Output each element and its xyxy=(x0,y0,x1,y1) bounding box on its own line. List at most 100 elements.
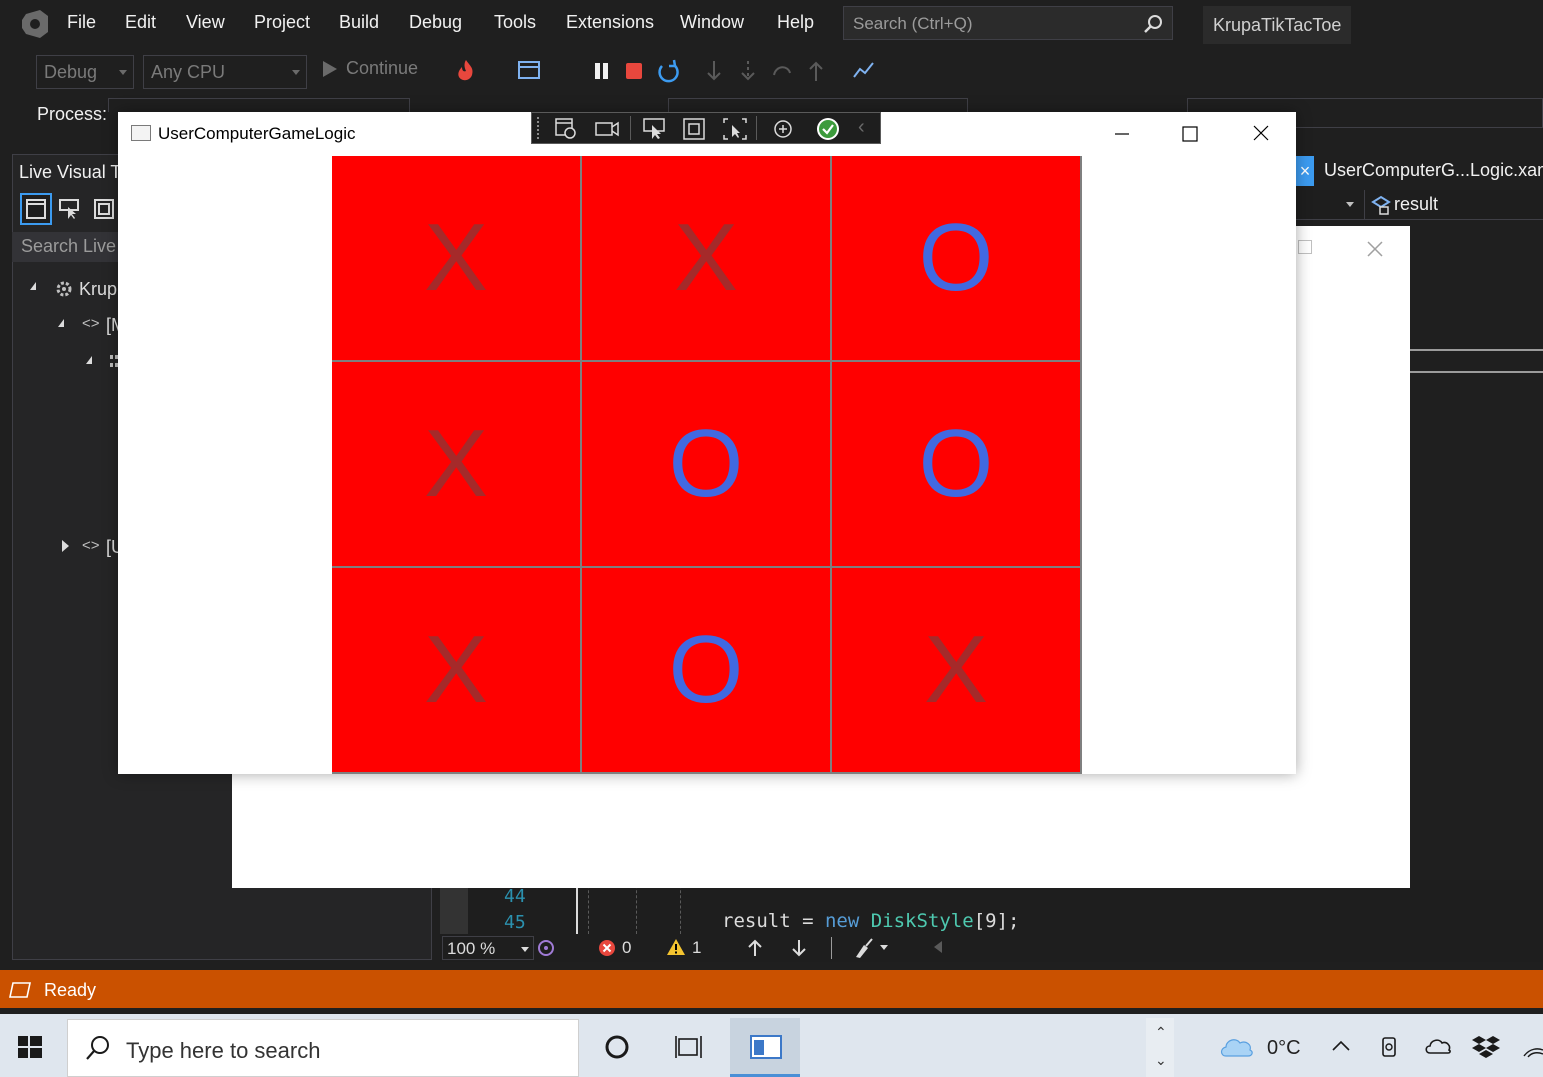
platform-dropdown[interactable]: Any CPU xyxy=(143,55,307,89)
menu-window[interactable]: Window xyxy=(680,12,744,33)
menu-build[interactable]: Build xyxy=(339,12,379,33)
menu-extensions[interactable]: Extensions xyxy=(566,12,654,33)
display-layout-adorners-icon[interactable] xyxy=(682,117,706,141)
line-number: 45 xyxy=(504,912,526,933)
weather-cloud-icon[interactable] xyxy=(1218,1032,1256,1060)
nav-member[interactable]: result xyxy=(1394,194,1438,215)
search-input[interactable]: Search (Ctrl+Q) xyxy=(843,6,1173,40)
board-cell[interactable]: O xyxy=(832,362,1080,566)
indent-guide xyxy=(636,880,637,934)
code-tag-icon: <> xyxy=(82,537,100,554)
onedrive-icon[interactable] xyxy=(1424,1036,1452,1056)
menu-file[interactable]: File xyxy=(67,12,96,33)
select-element-icon[interactable] xyxy=(58,197,82,221)
tree-node-root[interactable]: Krup xyxy=(79,279,117,300)
close-icon[interactable] xyxy=(1246,120,1276,148)
chevron-up-icon[interactable]: ⌃ xyxy=(1155,1024,1167,1041)
close-tab-icon[interactable]: × xyxy=(1296,156,1314,186)
code-editor[interactable]: 44 45 result = new DiskStyle[9]; xyxy=(440,880,1543,934)
expand-toggle-icon[interactable] xyxy=(30,282,36,290)
tab-label: UserComputerG...Logic.xam xyxy=(1324,160,1543,180)
tab-usercomputergamelogic-xaml[interactable]: × UserComputerG...Logic.xam xyxy=(1296,154,1543,190)
windows-start-icon[interactable] xyxy=(0,1016,62,1077)
display-layout-adorners-icon[interactable] xyxy=(93,198,115,220)
maximize-icon[interactable] xyxy=(1175,120,1205,148)
taskbar-app-visual-studio[interactable] xyxy=(730,1018,800,1077)
pause-icon[interactable] xyxy=(588,57,616,85)
warning-count[interactable]: 1 xyxy=(692,938,701,958)
menu-edit[interactable]: Edit xyxy=(125,12,156,33)
zoom-dropdown[interactable]: 100 % xyxy=(442,936,534,960)
chevron-down-icon[interactable]: ⌄ xyxy=(1155,1052,1167,1069)
maximize-icon[interactable] xyxy=(1298,240,1312,254)
menu-project[interactable]: Project xyxy=(254,12,310,33)
diagnostics-icon[interactable] xyxy=(850,57,878,85)
process-label: Process: xyxy=(37,104,108,124)
close-icon[interactable] xyxy=(1366,240,1384,258)
track-focus-icon[interactable] xyxy=(722,117,748,141)
warning-icon[interactable] xyxy=(666,938,686,956)
board-cell[interactable]: O xyxy=(582,362,830,566)
step-back-icon[interactable] xyxy=(768,57,796,85)
board-cell[interactable]: X xyxy=(332,156,580,360)
stop-icon[interactable] xyxy=(620,57,648,85)
process-dropdown[interactable] xyxy=(108,98,410,112)
configuration-dropdown[interactable]: Debug xyxy=(36,55,134,89)
collapse-toggle-icon[interactable] xyxy=(62,540,69,552)
live-visual-tree-icon[interactable] xyxy=(554,117,578,141)
chevron-down-icon[interactable] xyxy=(1346,202,1354,207)
scroll-left-icon[interactable] xyxy=(934,941,942,953)
thread-dropdown[interactable] xyxy=(668,98,968,112)
step-into-icon[interactable] xyxy=(700,57,728,85)
continue-button[interactable]: Continue xyxy=(322,58,418,79)
drag-handle-icon[interactable] xyxy=(537,117,540,139)
chevron-down-icon[interactable] xyxy=(880,945,888,950)
code-tag-icon: <> xyxy=(82,315,100,332)
wifi-icon[interactable] xyxy=(1522,1036,1543,1058)
video-camera-icon[interactable] xyxy=(594,117,620,141)
task-view-icon[interactable] xyxy=(674,1034,704,1060)
menu-debug[interactable]: Debug xyxy=(409,12,462,33)
board-cell[interactable]: X xyxy=(582,156,830,360)
hot-reload-icon[interactable] xyxy=(452,57,480,85)
browser-link-icon[interactable] xyxy=(516,57,544,85)
code-cleanup-icon[interactable] xyxy=(852,937,876,959)
arrow-down-icon[interactable] xyxy=(790,938,808,958)
intellicode-icon[interactable] xyxy=(536,938,556,958)
code-keyword: new xyxy=(824,910,860,932)
board-cell[interactable]: X xyxy=(332,362,580,566)
arrow-up-icon[interactable] xyxy=(746,938,764,958)
expand-toggle-icon[interactable] xyxy=(58,319,64,327)
menu-tools[interactable]: Tools xyxy=(494,12,536,33)
search-icon xyxy=(86,1036,109,1060)
cortana-icon[interactable] xyxy=(604,1034,630,1060)
error-icon[interactable] xyxy=(598,939,616,957)
board-cell[interactable]: O xyxy=(832,156,1080,360)
show-adorners-icon[interactable] xyxy=(20,193,52,225)
cell-mark: O xyxy=(918,410,994,517)
step-over-icon[interactable] xyxy=(734,57,762,85)
weather-temperature[interactable]: 0°C xyxy=(1267,1037,1301,1060)
checkmark-icon[interactable] xyxy=(816,117,840,141)
solution-name[interactable]: KrupaTikTacToe xyxy=(1203,6,1351,44)
select-element-icon[interactable] xyxy=(642,117,668,141)
minimize-icon[interactable] xyxy=(1107,120,1137,148)
line-number: 44 xyxy=(504,886,526,907)
collapse-toolbar-icon[interactable]: ‹ xyxy=(858,116,865,139)
visual-studio-logo-icon[interactable] xyxy=(18,8,52,40)
binding-failures-icon[interactable] xyxy=(770,117,796,141)
meet-now-icon[interactable] xyxy=(1378,1034,1402,1060)
menu-view[interactable]: View xyxy=(186,12,225,33)
restart-icon[interactable] xyxy=(654,57,682,85)
dropbox-icon[interactable] xyxy=(1472,1034,1500,1058)
cell-mark: O xyxy=(918,204,994,311)
expand-toggle-icon[interactable] xyxy=(86,356,92,364)
menu-help[interactable]: Help xyxy=(777,12,814,33)
board-cell[interactable]: X xyxy=(332,568,580,772)
board-cell[interactable]: X xyxy=(832,568,1080,772)
error-count[interactable]: 0 xyxy=(622,938,631,958)
board-cell[interactable]: O xyxy=(582,568,830,772)
taskbar-search-input[interactable]: Type here to search xyxy=(67,1019,579,1077)
step-out-icon[interactable] xyxy=(802,57,830,85)
chevron-up-icon[interactable] xyxy=(1330,1038,1352,1054)
